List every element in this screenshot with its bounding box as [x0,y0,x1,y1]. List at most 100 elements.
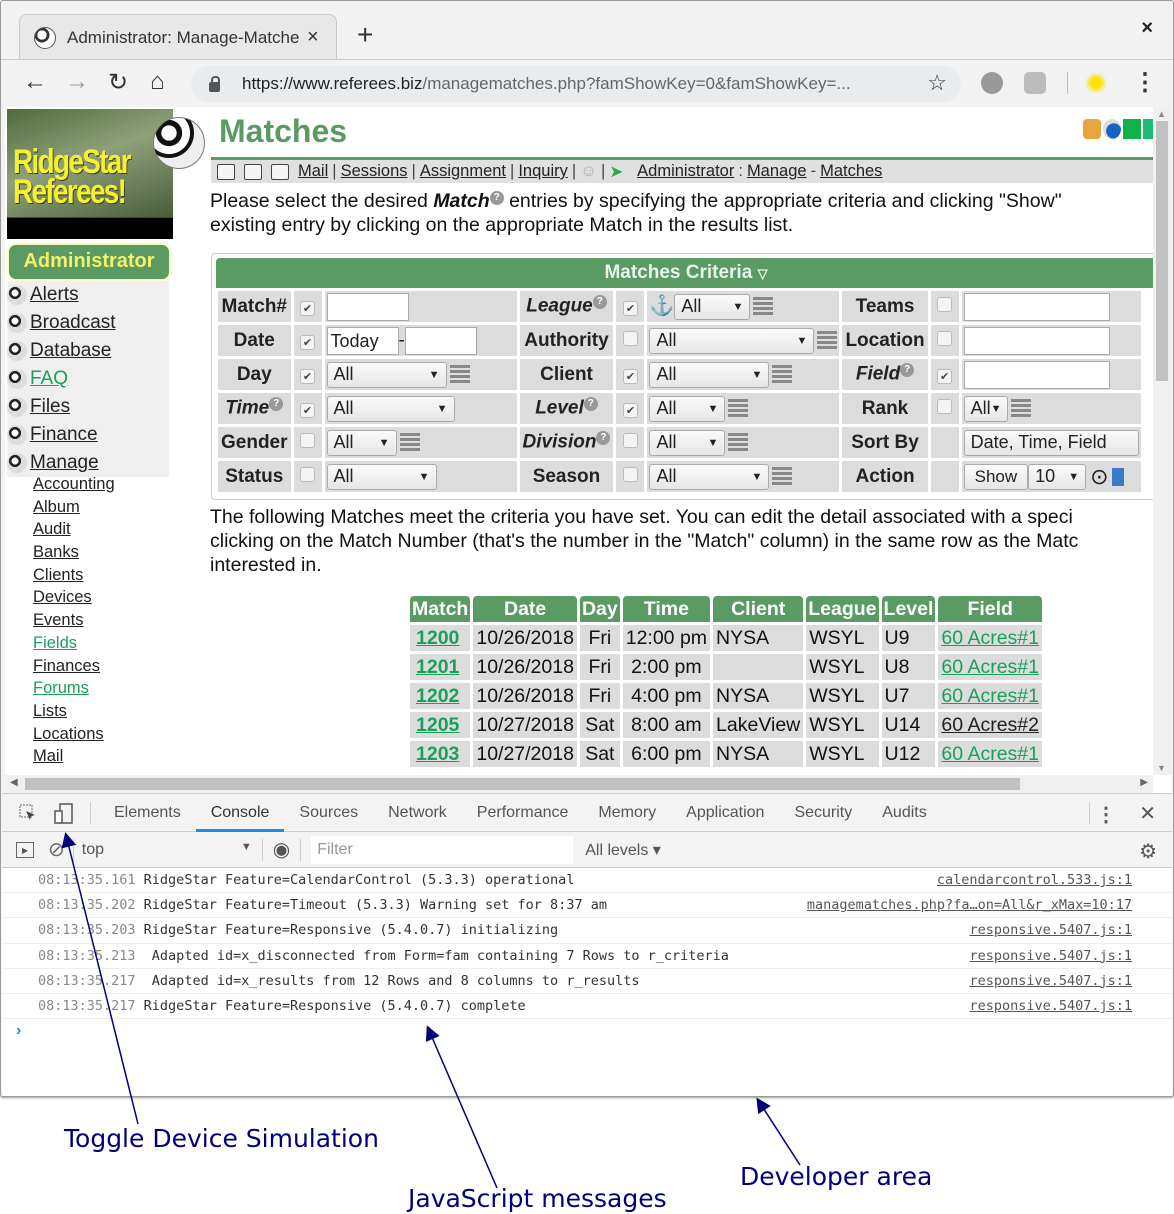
new-tab-button[interactable]: + [357,19,373,51]
submenu-item-finances[interactable]: Finances [33,657,115,680]
submenu-item-clients[interactable]: Clients [33,566,115,589]
submenu-link[interactable]: Lists [33,702,67,720]
multi-select-icon[interactable] [772,466,793,487]
message-source-link[interactable]: responsive.5407.js:1 [969,973,1132,989]
multi-select-icon[interactable] [817,330,838,351]
nav-link-sessions[interactable]: Sessions [341,162,408,181]
column-header-date[interactable]: Date [473,596,577,622]
criteria-select-league[interactable]: All ▼ [674,293,751,320]
submenu-link[interactable]: Accounting [33,475,115,493]
info-icon[interactable] [1103,119,1121,139]
console-filter-input[interactable]: Filter [311,835,574,864]
multi-select-icon[interactable] [449,364,470,385]
criteria-header[interactable]: Matches Criteria ▽ [216,258,1156,288]
devtools-menu-icon[interactable]: ⋮ [1096,802,1116,827]
match-number-link[interactable]: 1205 [416,714,459,736]
devtools-close-icon[interactable]: ✕ [1139,801,1156,826]
settings-gear-icon[interactable]: ⚙ [1139,839,1157,864]
back-arrow-icon[interactable]: ← [23,68,47,96]
devtools-tab-sources[interactable]: Sources [284,794,373,832]
vertical-scrollbar[interactable]: ▲ ▼ [1153,107,1171,775]
submenu-link[interactable]: Audit [33,520,71,538]
breadcrumb-manage[interactable]: Manage [747,162,807,181]
column-header-time[interactable]: Time [622,596,711,622]
horizontal-scroll-thumb[interactable] [25,778,1020,790]
sidebar-link[interactable]: Finance [30,424,98,446]
nav-link-inquiry[interactable]: Inquiry [518,162,568,181]
column-header-field[interactable]: Field [938,596,1042,622]
nav-link-mail[interactable]: Mail [298,162,328,181]
criteria-input-location[interactable] [963,326,1110,355]
criteria-checkbox[interactable] [622,432,638,448]
criteria-select-season[interactable]: All ▼ [649,463,770,490]
help-icon[interactable]: ? [596,431,611,446]
help-icon[interactable]: ? [900,363,915,378]
sidebar-item-database[interactable]: Database [7,337,169,365]
inspect-element-icon[interactable] [18,803,38,823]
submenu-link[interactable]: Events [33,611,83,629]
criteria-select-authority[interactable]: All ▼ [649,327,815,354]
sunburst-extension-icon[interactable] [1085,72,1107,94]
address-bar[interactable]: https://www.referees.biz/managematches.p… [191,66,961,102]
sidebar-link[interactable]: Manage [30,452,99,474]
criteria-checkbox[interactable] [622,466,638,482]
devtools-tab-elements[interactable]: Elements [99,794,196,832]
multi-select-icon[interactable] [728,398,749,419]
date-from-input[interactable]: Today [326,326,399,355]
devtools-tab-audits[interactable]: Audits [867,794,941,832]
column-header-match[interactable]: Match [410,596,471,622]
message-source-link[interactable]: managematches.php?fa…on=All&r_xMax=10:17 [807,897,1132,913]
submenu-item-accounting[interactable]: Accounting [33,475,115,498]
reload-icon[interactable]: ↻ [108,68,128,97]
field-link[interactable]: 60 Acres#1 [941,685,1039,707]
nav-link-assignment[interactable]: Assignment [420,162,506,181]
match-number-link[interactable]: 1203 [416,743,459,765]
help-icon[interactable]: ? [489,190,504,205]
criteria-select-gender[interactable]: All ▼ [326,429,397,456]
scroll-right-icon[interactable]: ▶ [1140,777,1148,788]
browser-tab[interactable]: Administrator: Manage-Matches × [19,14,337,60]
scroll-left-icon[interactable]: ◀ [10,777,18,788]
criteria-select-status[interactable]: All ▼ [326,463,437,490]
submenu-link[interactable]: Devices [33,588,92,606]
sidebar-toggle-icon[interactable]: ▶ [16,841,34,858]
eye-icon[interactable]: ◉ [273,837,290,862]
submenu-link[interactable]: Banks [33,543,79,561]
criteria-checkbox[interactable]: ✔ [300,334,316,350]
criteria-checkbox[interactable] [300,432,316,448]
field-link[interactable]: 60 Acres#1 [941,656,1039,678]
table-icon[interactable] [244,163,262,180]
scroll-up-icon[interactable]: ▲ [1157,109,1166,119]
criteria-select-level[interactable]: All ▼ [649,395,726,422]
radio-target-icon[interactable]: ⊙ [1090,464,1108,489]
submenu-item-album[interactable]: Album [33,498,115,521]
ridgestar-logo[interactable]: RidgeStar Referees! [7,109,173,239]
submenu-link[interactable]: Mail [33,747,63,765]
sidebar-item-broadcast[interactable]: Broadcast [7,309,169,337]
fedora-extension-icon[interactable] [981,72,1003,94]
criteria-input-match[interactable] [326,292,409,321]
sidebar-item-alerts[interactable]: Alerts [7,281,169,309]
criteria-select-day[interactable]: All ▼ [326,361,447,388]
column-header-level[interactable]: Level [881,596,936,622]
column-header-client[interactable]: Client [713,596,804,622]
field-link[interactable]: 60 Acres#2 [941,714,1039,736]
forward-arrow-icon[interactable]: → [65,68,89,96]
criteria-checkbox[interactable] [300,466,316,482]
sidebar-link[interactable]: FAQ [30,368,68,390]
users-icon[interactable]: ☺ [580,162,597,181]
devtools-tab-application[interactable]: Application [671,794,779,832]
field-link[interactable]: 60 Acres#1 [941,627,1039,649]
show-button[interactable]: Show [963,463,1029,490]
anchor-icon[interactable]: ⚓ [649,295,674,317]
date-to-input[interactable] [404,326,477,355]
rss-extension-icon[interactable] [1024,72,1046,94]
column-header-day[interactable]: Day [579,596,620,622]
multi-select-icon[interactable] [772,364,793,385]
sidebar-link[interactable]: Broadcast [30,312,116,334]
breadcrumb-matches[interactable]: Matches [820,162,882,181]
sidebar-item-manage[interactable]: Manage [7,449,169,477]
column-header-league[interactable]: League [806,596,879,622]
log-levels-dropdown[interactable]: All levels ▾ [585,840,661,860]
submenu-link[interactable]: Fields [33,634,77,652]
